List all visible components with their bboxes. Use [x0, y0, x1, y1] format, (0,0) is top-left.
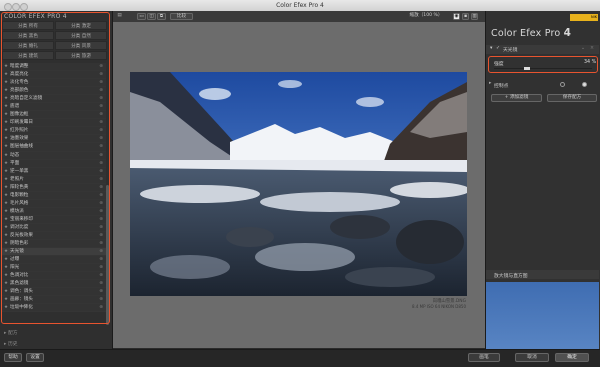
highlight-box-strength [488, 56, 598, 73]
loupe-label: 放大镜与直方图 [494, 274, 528, 279]
image-info: 8.4 MP ISO 64 NIKON D850 [412, 304, 466, 309]
help-button[interactable]: 帮助 [4, 353, 22, 362]
filter-close-icon[interactable]: × [590, 46, 594, 51]
filter-header[interactable]: ▾ ✓ 天光镜 ⌄ × [486, 45, 599, 54]
collapse-icon[interactable]: ▾ [490, 46, 492, 51]
save-preset-button[interactable]: 保存配方 [547, 94, 597, 102]
filter-name: 天光镜 [503, 48, 518, 53]
bottom-bar [0, 349, 600, 367]
filter-options-icon[interactable]: ⌄ [581, 46, 585, 51]
app-name-text: Color Efex Pro [491, 28, 561, 39]
control-points-row[interactable]: ▸ 控制点 [486, 80, 599, 89]
sidebar-toggle-icon[interactable]: ▤ [116, 13, 123, 20]
settings-button[interactable]: 设置 [26, 353, 44, 362]
split-view-icon[interactable]: ◫ [147, 13, 156, 20]
control-points-label: 控制点 [494, 84, 509, 89]
panel-toggle-icon[interactable]: ▥ [471, 13, 478, 20]
brush-button[interactable]: 画笔 [468, 353, 500, 362]
control-point-radio-1[interactable] [560, 82, 565, 87]
app-version: 4 [563, 27, 572, 39]
loupe-preview [486, 282, 599, 354]
ok-button[interactable]: 确定 [555, 353, 589, 362]
loupe-header[interactable]: 放大镜与直方图 [486, 270, 599, 279]
background-color-icon[interactable]: ▪ [462, 13, 469, 20]
loupe-icon[interactable]: ◉ [453, 13, 460, 20]
side-by-side-view-icon[interactable]: ⧉ [157, 13, 166, 20]
presets-label: 配方 [7, 331, 18, 336]
compare-button[interactable]: 比较 [170, 13, 193, 20]
cancel-button[interactable]: 取消 [515, 353, 549, 362]
highlight-box-filter-list [1, 12, 110, 324]
single-view-icon[interactable]: ▭ [137, 13, 146, 20]
expand-icon[interactable]: ▸ [489, 81, 491, 86]
nik-logo: NIK [570, 14, 598, 21]
add-filter-button[interactable]: + 添加滤镜 [491, 94, 542, 102]
enable-check-icon[interactable]: ✓ [496, 46, 500, 51]
preview-image[interactable] [130, 72, 467, 296]
window-title: Color Efex Pro 4 [276, 2, 324, 9]
presets-section[interactable]: ▸ 配方 [4, 329, 18, 336]
add-filter-label: 添加滤镜 [509, 95, 529, 100]
history-section[interactable]: ▸ 历史 [4, 340, 18, 347]
mountain-landscape-illustration [130, 72, 467, 296]
app-name: Color Efex Pro 4 [491, 27, 571, 39]
history-label: 历史 [7, 342, 18, 347]
zoom-dropdown[interactable]: 缩放（100 %） [404, 13, 448, 20]
control-point-radio-2[interactable] [582, 82, 587, 87]
